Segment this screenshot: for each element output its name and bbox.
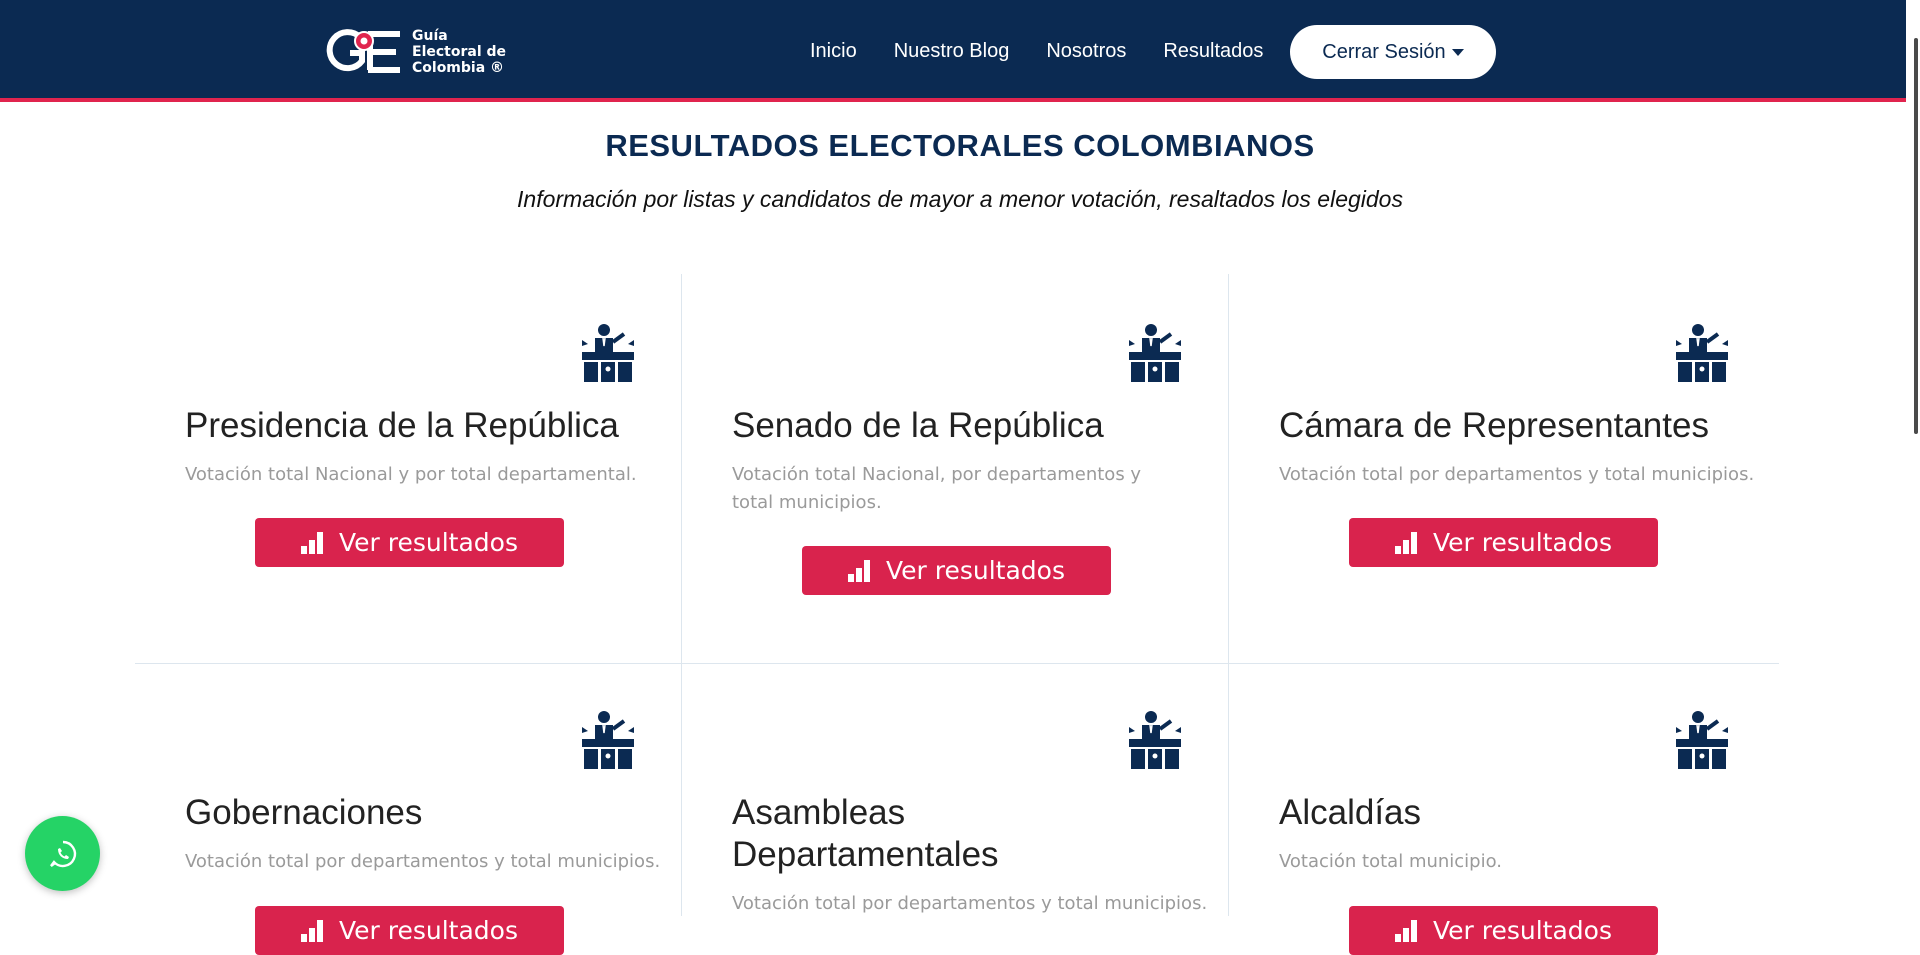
view-results-button[interactable]: Ver resultados (255, 906, 564, 955)
whatsapp-button[interactable] (25, 816, 100, 891)
brand-line-2: Electoral de (412, 44, 507, 60)
card-title: Alcaldías (1279, 793, 1422, 832)
card-asambleas: Asambleas Departamentales Votación total… (682, 664, 1229, 916)
bar-chart-icon (300, 919, 323, 942)
page-subtitle: Información por listas y candidatos de m… (517, 186, 1403, 212)
card-description: Votación total por departamentos y total… (1279, 464, 1755, 485)
view-results-button[interactable]: Ver resultados (802, 546, 1111, 595)
top-navbar: Guía Electoral de Colombia ® Inicio Nues… (0, 0, 1920, 102)
card-presidencia: Presidencia de la República Votación tot… (135, 274, 682, 663)
podium-speaker-icon (582, 711, 634, 769)
bar-chart-icon (1394, 919, 1417, 942)
card-camara: Cámara de Representantes Votación total … (1229, 274, 1776, 663)
card-title: Cámara de Representantes (1279, 406, 1709, 445)
card-description: Votación total municipio. (1279, 851, 1503, 872)
card-title: Senado de la República (732, 406, 1104, 445)
page-title: RESULTADOS ELECTORALES COLOMBIANOS (605, 128, 1315, 163)
podium-speaker-icon (1676, 711, 1728, 769)
view-results-label: Ver resultados (885, 556, 1065, 585)
podium-speaker-icon (1676, 324, 1728, 382)
view-results-button[interactable]: Ver resultados (255, 518, 564, 567)
bar-chart-icon (300, 531, 323, 554)
page-scrollbar[interactable] (1906, 0, 1920, 916)
nav-link-resultados[interactable]: Resultados (1163, 40, 1263, 63)
bar-chart-icon (1394, 531, 1417, 554)
view-results-label: Ver resultados (338, 916, 518, 945)
brand-line-3: Colombia ® (412, 60, 505, 76)
nav-link-blog[interactable]: Nuestro Blog (894, 40, 1010, 63)
gec-logo-icon (326, 29, 400, 73)
nav-link-nosotros[interactable]: Nosotros (1046, 40, 1126, 63)
bar-chart-icon (847, 559, 870, 582)
card-senado: Senado de la República Votación total Na… (682, 274, 1229, 663)
card-description: Votación total Nacional y por total depa… (185, 464, 637, 485)
view-results-label: Ver resultados (338, 528, 518, 557)
card-description: Votación total por departamentos y total… (185, 851, 661, 872)
caret-down-icon (1451, 48, 1464, 56)
card-gobernaciones: Gobernaciones Votación total por departa… (135, 664, 682, 955)
nav-link-inicio[interactable]: Inicio (810, 40, 857, 63)
whatsapp-icon (49, 840, 76, 867)
card-title: Presidencia de la República (185, 406, 619, 445)
card-description: Votación total Nacional, por departament… (732, 464, 1142, 513)
nav-menu: Inicio Nuestro Blog Nosotros Resultados (810, 0, 1300, 102)
scrollbar-thumb[interactable] (1914, 38, 1918, 434)
card-description: Votación total por departamentos y total… (732, 893, 1208, 914)
card-title: Gobernaciones (185, 793, 423, 832)
card-title: Asambleas Departamentales (732, 793, 999, 874)
logout-dropdown-button[interactable]: Cerrar Sesión (1290, 25, 1496, 79)
brand-name: Guía Electoral de Colombia ® (412, 28, 506, 76)
logout-label: Cerrar Sesión (1322, 40, 1446, 63)
card-alcaldias: Alcaldías Votación total municipio. Ver … (1229, 664, 1776, 955)
podium-speaker-icon (1129, 711, 1181, 769)
podium-speaker-icon (1129, 324, 1181, 382)
view-results-label: Ver resultados (1432, 916, 1612, 945)
brand-line-1: Guía (412, 28, 448, 44)
view-results-button[interactable]: Ver resultados (1349, 906, 1658, 955)
view-results-button[interactable]: Ver resultados (1349, 518, 1658, 567)
view-results-label: Ver resultados (1432, 528, 1612, 557)
podium-speaker-icon (582, 324, 634, 382)
brand-logo[interactable]: Guía Electoral de Colombia ® (326, 27, 506, 77)
